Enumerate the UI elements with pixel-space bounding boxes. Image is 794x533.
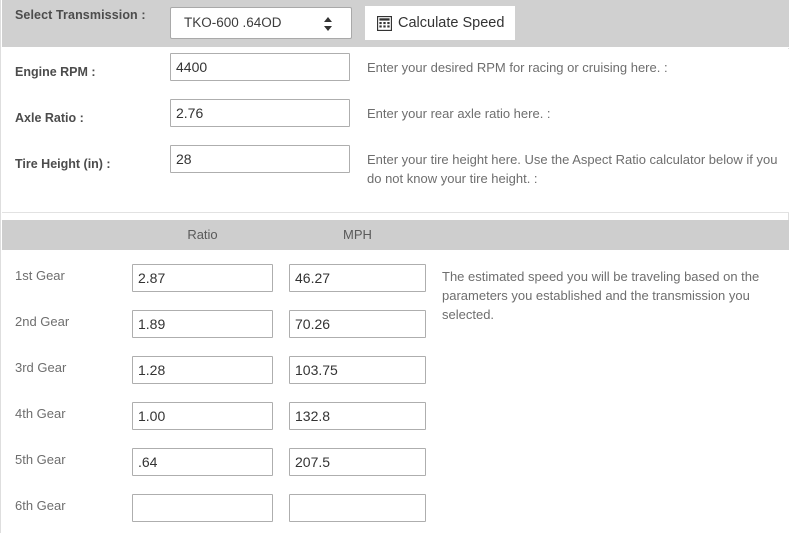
gear-ratio-input-4[interactable] xyxy=(132,402,273,430)
gear-ratio-input-3[interactable] xyxy=(132,356,273,384)
table-row: 1st Gear The estimated speed you will be… xyxy=(2,254,789,322)
gear-label: 1st Gear xyxy=(15,268,65,283)
engine-rpm-input[interactable] xyxy=(170,53,350,81)
transmission-select-value: TKO-600 .64OD xyxy=(184,15,282,30)
gear-ratio-input-1[interactable] xyxy=(132,264,273,292)
calculator-icon xyxy=(376,15,393,31)
column-header-ratio: Ratio xyxy=(187,227,218,242)
gear-mph-input-6[interactable] xyxy=(289,494,426,522)
gear-label: 6th Gear xyxy=(15,498,66,513)
gear-label: 3rd Gear xyxy=(15,360,67,375)
gear-mph-input-5[interactable] xyxy=(289,448,426,476)
calculator-panel: Select Transmission : TKO-600 .64OD Calc… xyxy=(0,0,789,533)
gear-label: 2nd Gear xyxy=(15,314,70,329)
gear-ratio-input-6[interactable] xyxy=(132,494,273,522)
gear-table-body: 1st Gear The estimated speed you will be… xyxy=(2,250,789,533)
parameters-section: Engine RPM : Enter your desired RPM for … xyxy=(2,49,789,213)
axle-ratio-help: Enter your rear axle ratio here. : xyxy=(367,106,551,121)
tire-height-input[interactable] xyxy=(170,145,350,173)
table-row: 4th Gear xyxy=(2,392,789,438)
calculate-speed-label: Calculate Speed xyxy=(398,15,505,31)
table-row: 5th Gear xyxy=(2,438,789,484)
gear-speed-calculator-screen: Select Transmission : TKO-600 .64OD Calc… xyxy=(0,0,794,533)
gear-label: 5th Gear xyxy=(15,452,66,467)
transmission-select[interactable]: TKO-600 .64OD xyxy=(170,7,352,39)
tire-height-help: Enter your tire height here. Use the Asp… xyxy=(367,152,778,186)
calculate-speed-button[interactable]: Calculate Speed xyxy=(365,6,515,40)
gear-table-header: Ratio MPH xyxy=(2,220,789,250)
transmission-select-bar: Select Transmission : TKO-600 .64OD Calc… xyxy=(2,0,789,48)
gear-ratio-input-5[interactable] xyxy=(132,448,273,476)
gear-ratio-input-2[interactable] xyxy=(132,310,273,338)
table-row: 3rd Gear xyxy=(2,346,789,392)
select-transmission-label: Select Transmission : xyxy=(15,8,146,22)
gear-mph-input-3[interactable] xyxy=(289,356,426,384)
axle-ratio-label: Axle Ratio : xyxy=(15,111,84,125)
engine-rpm-help: Enter your desired RPM for racing or cru… xyxy=(367,60,668,75)
gear-mph-input-4[interactable] xyxy=(289,402,426,430)
stepper-up-down-icon xyxy=(323,15,333,33)
gear-label: 4th Gear xyxy=(15,406,66,421)
axle-ratio-input[interactable] xyxy=(170,99,350,127)
table-row: 6th Gear xyxy=(2,484,789,530)
column-header-mph: MPH xyxy=(343,227,372,242)
tire-height-label: Tire Height (in) : xyxy=(15,157,111,171)
gear-mph-input-2[interactable] xyxy=(289,310,426,338)
gear-mph-input-1[interactable] xyxy=(289,264,426,292)
engine-rpm-label: Engine RPM : xyxy=(15,65,96,79)
table-row: 2nd Gear xyxy=(2,300,789,346)
